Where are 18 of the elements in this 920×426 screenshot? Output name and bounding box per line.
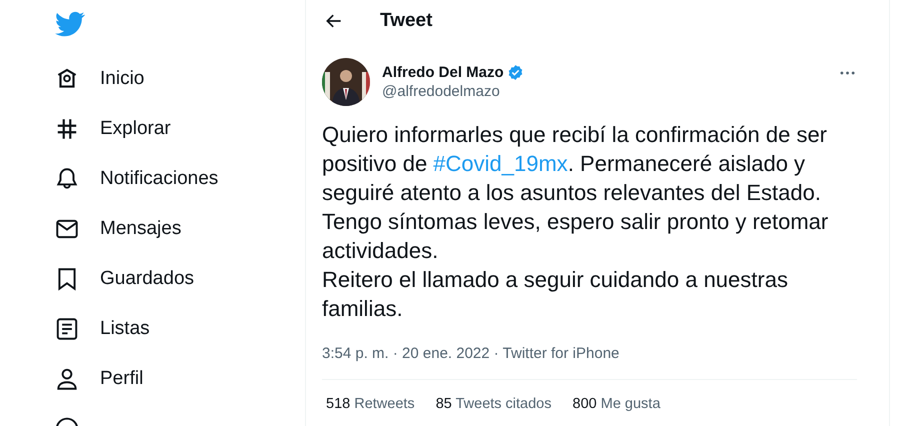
nav-link[interactable]: Perfil (100, 368, 144, 390)
author-handle[interactable]: @alfredodelmazo (382, 83, 840, 100)
nav-link[interactable]: Mensajes (100, 218, 182, 240)
tweet-text: Quiero informarles que recibí la confirmación de ser positivo de #Covid_19mx. Permaneceré aislado y seguiré atento a los asuntos relevantes del Estado. Tengo síntomas leves, espero salir pronto y retomar actividades. Reitero el llamado a seguir cuidando a nuestras familias. (322, 121, 830, 323)
bird-logo-icon[interactable] (55, 9, 85, 39)
stat-link[interactable]: 800 Me gusta (572, 396, 660, 412)
author-name[interactable]: Alfredo Del Mazo (382, 64, 504, 81)
tweet-timestamp: 3:54 p. m. · 20 ene. 2022 · Twitter for iPhone (322, 345, 857, 380)
list-icon[interactable] (54, 316, 80, 342)
nav-link[interactable]: Explorar (100, 118, 171, 140)
nav-link[interactable]: Listas (100, 318, 150, 340)
stat-link[interactable]: 518 Retweets (326, 396, 415, 412)
stat-link[interactable]: 85 Tweets citados (436, 396, 552, 412)
nav-link[interactable]: Guardados (100, 268, 194, 290)
nav-link[interactable]: Notificaciones (100, 168, 218, 190)
page-title: Tweet (380, 10, 432, 32)
more-options-icon[interactable] (840, 71, 855, 75)
nav-link[interactable]: Inicio (100, 68, 144, 90)
